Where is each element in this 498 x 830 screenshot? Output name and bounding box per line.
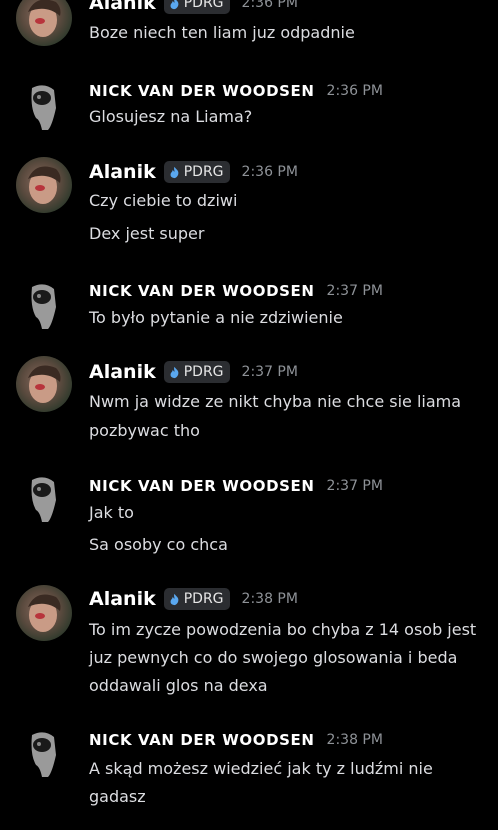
message-text: Czy ciebie to dziwi (89, 191, 238, 210)
author-name[interactable]: Alanik (89, 0, 156, 14)
timestamp: 2:38 PM (326, 732, 383, 748)
avatar[interactable] (16, 277, 72, 333)
server-tag[interactable]: PDRG (163, 0, 230, 14)
message-text: To było pytanie a nie zdziwienie (89, 308, 343, 327)
server-tag[interactable]: PDRG (163, 361, 230, 383)
flame-icon (170, 366, 179, 378)
server-tag-label: PDRG (183, 591, 224, 607)
author-name[interactable]: Alanik (89, 161, 156, 183)
avatar[interactable] (16, 78, 72, 134)
message-text: Glosujesz na Liama? (89, 107, 253, 126)
server-tag[interactable]: PDRG (163, 161, 230, 183)
avatar[interactable] (16, 470, 72, 526)
server-tag[interactable]: PDRG (163, 588, 230, 610)
author-name[interactable]: Alanik (89, 361, 156, 383)
message-text: Nwm ja widze ze nikt chyba nie chce sie … (89, 392, 462, 411)
avatar[interactable] (16, 0, 72, 46)
server-tag-label: PDRG (183, 0, 224, 11)
server-tag-label: PDRG (183, 364, 224, 380)
message-text: A skąd możesz wiedzieć jak ty z ludźmi n… (89, 759, 433, 778)
author-name[interactable]: NICK VAN DER WOODSEN (89, 731, 315, 749)
message-text: Boze niech ten liam juz odpadnie (89, 23, 355, 42)
message-text: juz pewnych co do swojego glosowania i b… (89, 648, 458, 667)
server-tag-label: PDRG (183, 164, 224, 180)
timestamp: 2:36 PM (241, 0, 298, 11)
message-text: Dex jest super (89, 224, 205, 243)
avatar[interactable] (16, 725, 72, 781)
timestamp: 2:37 PM (326, 283, 383, 299)
message-text: To im zycze powodzenia bo chyba z 14 oso… (89, 620, 477, 639)
timestamp: 2:37 PM (326, 478, 383, 494)
flame-icon (170, 0, 179, 9)
avatar[interactable] (16, 356, 72, 412)
flame-icon (170, 593, 179, 605)
message-text: gadasz (89, 787, 146, 806)
author-name[interactable]: NICK VAN DER WOODSEN (89, 82, 315, 100)
avatar[interactable] (16, 585, 72, 641)
message-text: Sa osoby co chca (89, 535, 228, 554)
author-name[interactable]: NICK VAN DER WOODSEN (89, 282, 315, 300)
timestamp: 2:38 PM (241, 591, 298, 607)
message-text: pozbywac tho (89, 421, 200, 440)
timestamp: 2:37 PM (241, 364, 298, 380)
message-text: oddawali glos na dexa (89, 676, 268, 695)
timestamp: 2:36 PM (326, 83, 383, 99)
author-name[interactable]: NICK VAN DER WOODSEN (89, 477, 315, 495)
timestamp: 2:36 PM (241, 164, 298, 180)
avatar[interactable] (16, 157, 72, 213)
flame-icon (170, 166, 179, 178)
message-text: Jak to (89, 503, 134, 522)
author-name[interactable]: Alanik (89, 588, 156, 610)
